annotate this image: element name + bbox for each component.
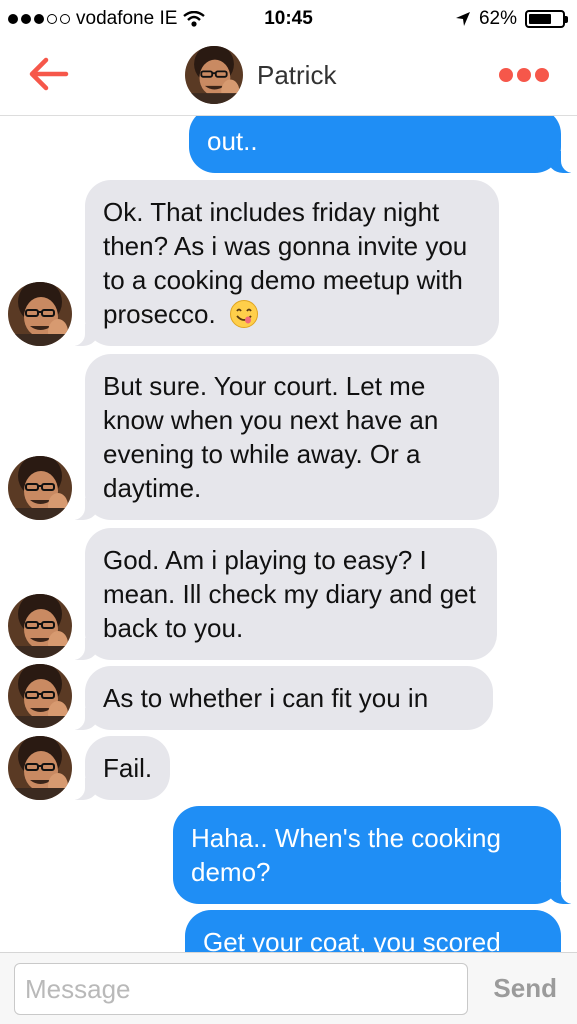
battery-icon <box>525 10 568 28</box>
contact-avatar[interactable] <box>8 664 72 728</box>
message-bubble-outgoing: out.. <box>189 116 577 173</box>
message-input[interactable] <box>14 963 468 1015</box>
message-bubble-outgoing: Get your coat, you scored <box>185 910 561 952</box>
message-text: out.. <box>207 126 258 156</box>
status-bar: vodafone IE 10:45 62% <box>0 0 577 40</box>
message-bubble-incoming: As to whether i can fit you in <box>65 666 493 730</box>
message-text: Ok. That includes friday night then? As … <box>103 197 468 329</box>
message-text: Get your coat, you scored <box>203 927 501 952</box>
message-text: God. Am i playing to easy? I mean. Ill c… <box>103 545 476 643</box>
message-bubble-incoming: But sure. Your court. Let me know when y… <box>65 354 499 520</box>
message-text: Fail. <box>103 753 153 783</box>
chat-header: Patrick <box>0 40 577 116</box>
message-composer: Send <box>0 952 577 1024</box>
location-arrow-icon <box>455 12 470 26</box>
contact-avatar[interactable] <box>185 46 243 104</box>
message-bubble-outgoing: Haha.. When's the cooking demo? <box>173 806 577 904</box>
contact-avatar[interactable] <box>8 282 72 346</box>
more-options-icon[interactable] <box>499 68 549 82</box>
message-bubble-incoming: God. Am i playing to easy? I mean. Ill c… <box>65 528 497 660</box>
contact-avatar[interactable] <box>8 736 72 800</box>
message-bubble-incoming: Fail. <box>64 736 171 800</box>
message-text: But sure. Your court. Let me know when y… <box>103 371 439 503</box>
message-bubble-incoming: Ok. That includes friday night then? As … <box>65 180 499 346</box>
message-text: As to whether i can fit you in <box>103 683 429 713</box>
back-arrow-icon[interactable] <box>26 56 70 92</box>
contact-avatar[interactable] <box>8 594 72 658</box>
contact-avatar[interactable] <box>8 456 72 520</box>
message-text: Haha.. When's the cooking demo? <box>191 823 501 887</box>
message-list[interactable]: out.. Ok. That includes friday night the… <box>0 116 577 952</box>
yum-face-emoji-icon <box>229 300 258 328</box>
battery-percent: 62% <box>478 8 517 29</box>
contact-name[interactable]: Patrick <box>257 60 336 91</box>
send-button[interactable]: Send <box>493 973 557 1004</box>
